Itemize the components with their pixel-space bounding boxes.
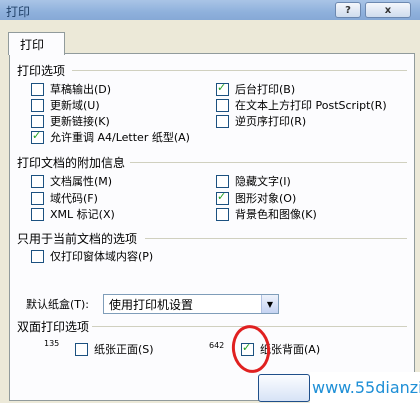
update-fields-label: 更新域(U) xyxy=(50,99,100,112)
close-button[interactable]: x xyxy=(365,2,411,18)
checkbox-box xyxy=(31,174,44,188)
print-dialog: 打印 ? x 打印 打印选项 草稿输出(D) 更新域(U) 更新链接(K) 允许… xyxy=(0,0,420,403)
reverse-order-checkbox[interactable]: 逆页序打印(R) xyxy=(216,113,306,129)
update-links-label: 更新链接(K) xyxy=(50,115,110,128)
background-colors-label: 背景色和图像(K) xyxy=(235,208,317,221)
help-button[interactable]: ? xyxy=(335,2,361,18)
watermark: www.55dianzi.com xyxy=(312,378,420,397)
field-codes-label: 域代码(F) xyxy=(50,192,98,205)
ok-button[interactable] xyxy=(258,374,310,402)
title-bar: 打印 ? x xyxy=(0,0,420,20)
checkbox-box xyxy=(216,207,229,221)
draft-output-label: 草稿输出(D) xyxy=(50,83,112,96)
checkbox-box xyxy=(31,249,44,263)
drawing-objects-label: 图形对象(O) xyxy=(235,192,297,205)
draft-output-checkbox[interactable]: 草稿输出(D) xyxy=(31,81,111,97)
include-with-document-heading: 打印文档的附加信息 xyxy=(17,156,126,170)
default-tray-value: 使用打印机设置 xyxy=(109,298,194,312)
checkbox-box xyxy=(31,207,44,221)
background-printing-label: 后台打印(B) xyxy=(235,83,296,96)
divider xyxy=(130,162,407,163)
allow-a4-letter-label: 允许重调 A4/Letter 纸型(A) xyxy=(50,131,190,144)
xml-tags-label: XML 标记(X) xyxy=(50,208,115,221)
help-icon: ? xyxy=(345,4,351,16)
update-links-checkbox[interactable]: 更新链接(K) xyxy=(31,113,110,129)
chevron-down-icon[interactable]: ▼ xyxy=(261,295,278,313)
drawing-objects-checkbox[interactable]: 图形对象(O) xyxy=(216,190,296,206)
divider xyxy=(145,238,407,239)
window-title: 打印 xyxy=(6,5,31,19)
tab-print-label: 打印 xyxy=(20,38,45,52)
tab-print[interactable]: 打印 xyxy=(8,32,65,55)
front-pages-icon: 135 xyxy=(44,339,60,348)
checkbox-box xyxy=(216,114,229,128)
update-fields-checkbox[interactable]: 更新域(U) xyxy=(31,97,100,113)
checkbox-box xyxy=(75,342,88,356)
close-icon: x xyxy=(384,4,392,16)
form-data-only-label: 仅打印窗体域内容(P) xyxy=(50,250,154,263)
form-data-only-checkbox[interactable]: 仅打印窗体域内容(P) xyxy=(31,248,153,264)
checkbox-box xyxy=(216,81,229,96)
checkbox-box xyxy=(31,98,44,112)
checkbox-box xyxy=(31,191,44,205)
checkbox-box xyxy=(31,82,44,96)
checkbox-box xyxy=(216,190,229,205)
field-codes-checkbox[interactable]: 域代码(F) xyxy=(31,190,98,206)
reverse-order-label: 逆页序打印(R) xyxy=(235,115,307,128)
front-of-sheet-checkbox[interactable]: 纸张正面(S) xyxy=(75,341,154,357)
checkbox-box xyxy=(216,98,229,112)
front-of-sheet-label: 纸张正面(S) xyxy=(94,343,154,356)
duplex-heading: 双面打印选项 xyxy=(17,320,90,334)
checkbox-box xyxy=(216,174,229,188)
document-properties-checkbox[interactable]: 文档属性(M) xyxy=(31,173,112,189)
xml-tags-checkbox[interactable]: XML 标记(X) xyxy=(31,206,115,222)
hidden-text-checkbox[interactable]: 隐藏文字(I) xyxy=(216,173,291,189)
checkbox-box xyxy=(31,129,44,144)
current-document-heading: 只用于当前文档的选项 xyxy=(17,232,138,246)
background-printing-checkbox[interactable]: 后台打印(B) xyxy=(216,81,295,97)
allow-a4-letter-checkbox[interactable]: 允许重调 A4/Letter 纸型(A) xyxy=(31,129,190,145)
default-tray-select[interactable]: 使用打印机设置 ▼ xyxy=(103,294,279,314)
postscript-over-text-label: 在文本上方打印 PostScript(R) xyxy=(235,99,387,112)
print-options-heading: 打印选项 xyxy=(17,64,66,78)
divider xyxy=(72,70,407,71)
background-colors-checkbox[interactable]: 背景色和图像(K) xyxy=(216,206,317,222)
document-properties-label: 文档属性(M) xyxy=(50,175,113,188)
default-tray-label: 默认纸盒(T): xyxy=(26,298,90,311)
checkbox-box xyxy=(31,114,44,128)
hidden-text-label: 隐藏文字(I) xyxy=(235,175,291,188)
postscript-over-text-checkbox[interactable]: 在文本上方打印 PostScript(R) xyxy=(216,97,387,113)
back-pages-icon: 642 xyxy=(209,341,225,350)
